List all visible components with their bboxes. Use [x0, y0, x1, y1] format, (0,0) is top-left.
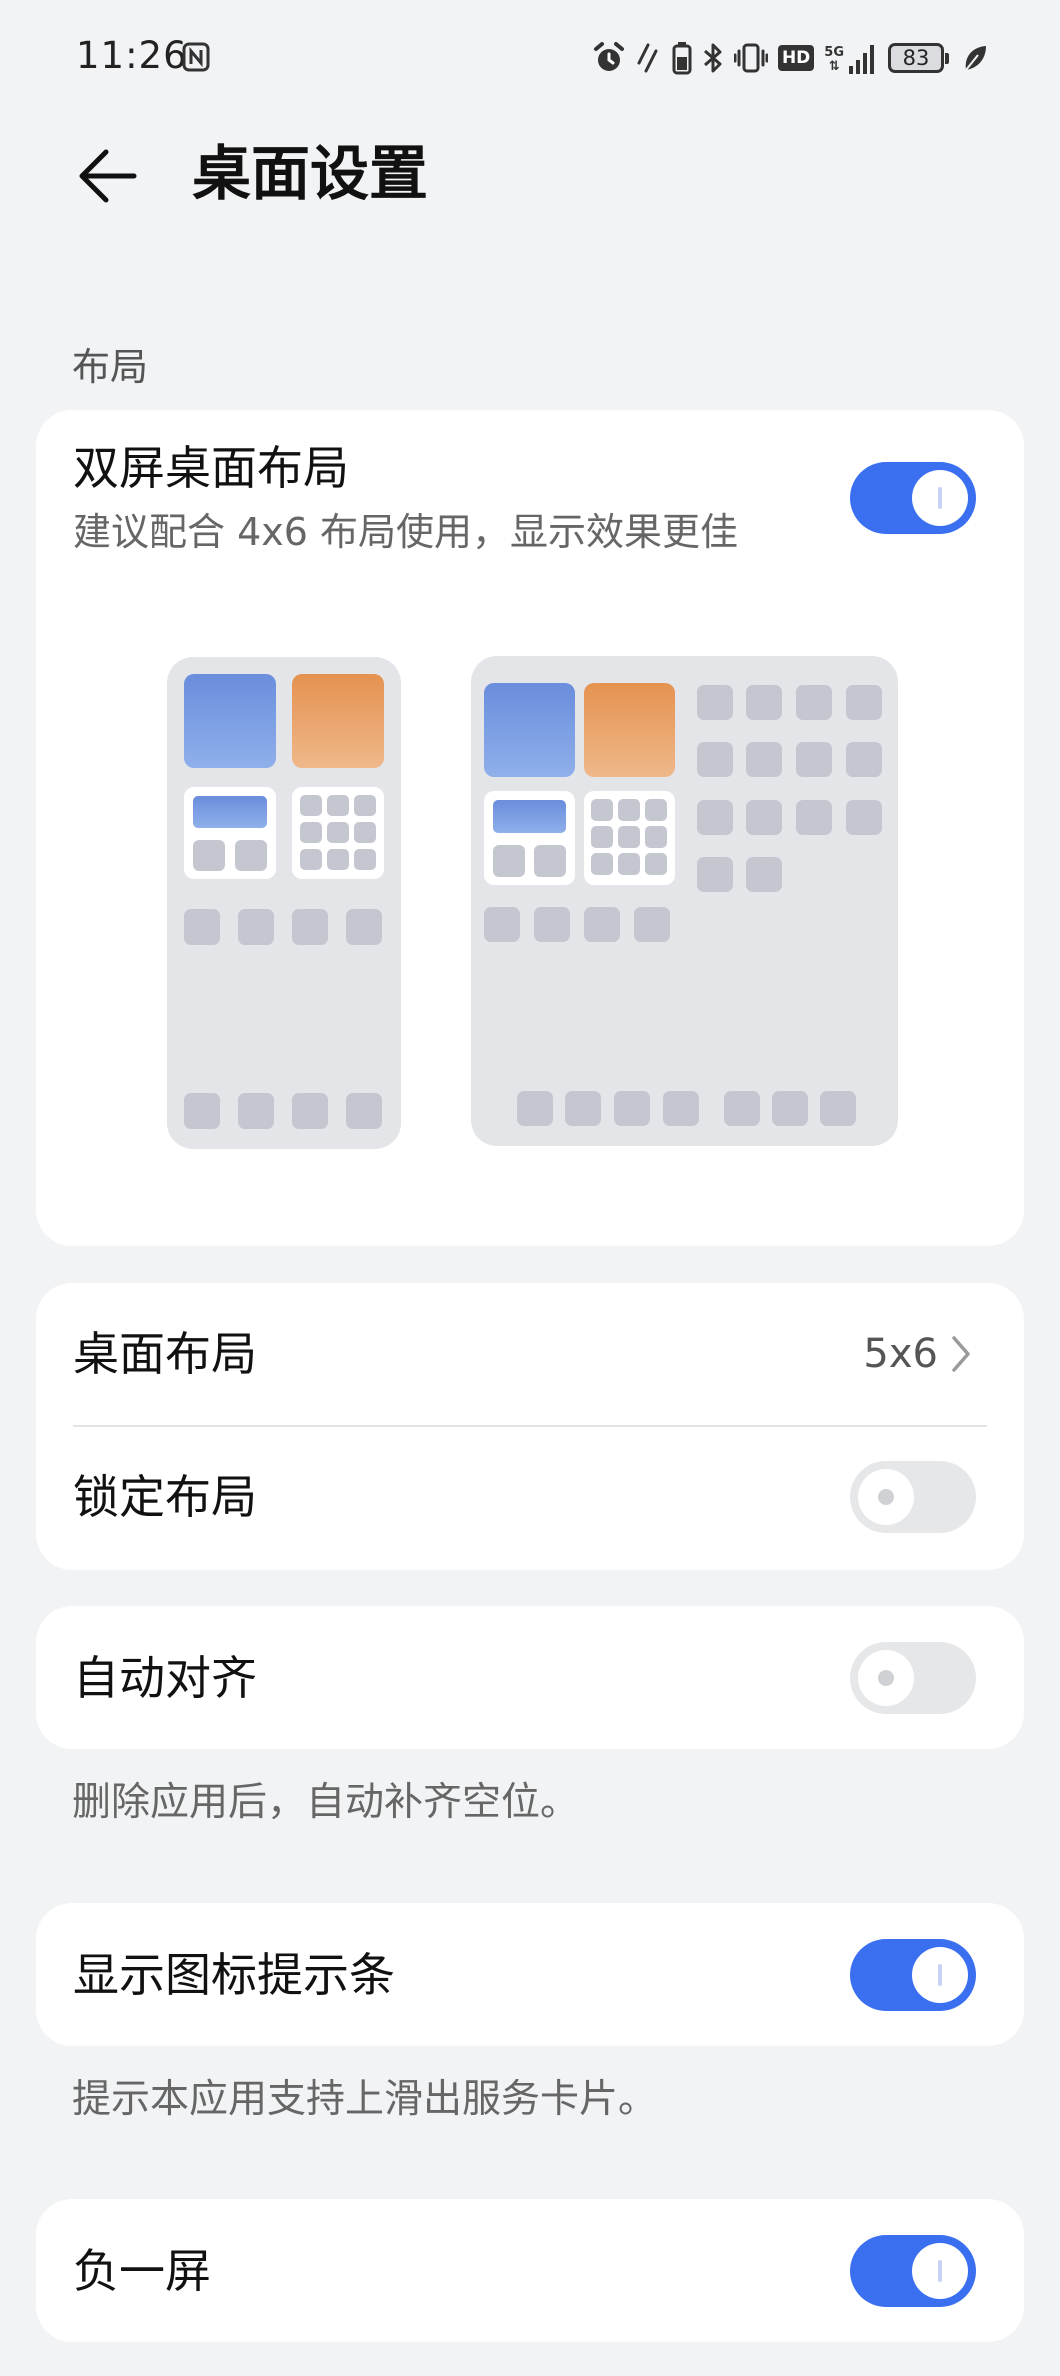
phone-battery-icon: [672, 42, 692, 75]
chevron-right-icon: [952, 1336, 970, 1372]
dual-screen-preview: [471, 656, 898, 1146]
icon-hint-bar-toggle[interactable]: [850, 1939, 976, 2011]
single-screen-preview: [167, 657, 401, 1149]
desktop-layout-row[interactable]: 桌面布局 5x6: [36, 1283, 1024, 1425]
toggle-knob: [912, 470, 968, 526]
toggle-knob: [858, 1650, 914, 1706]
lock-layout-title: 锁定布局: [73, 1470, 257, 1524]
bluetooth-icon: [703, 43, 722, 73]
toggle-knob: [858, 1469, 914, 1525]
layout-preview-illustration: [167, 656, 898, 1149]
lock-layout-toggle[interactable]: [850, 1461, 976, 1533]
divider: [73, 1425, 987, 1427]
leaf-icon: [965, 46, 986, 71]
icon-hint-bar-card: 显示图标提示条: [36, 1903, 1024, 2046]
network-label: 5G ⇅: [824, 45, 844, 74]
dual-screen-layout-toggle[interactable]: [850, 462, 976, 534]
icon-hint-bar-title: 显示图标提示条: [73, 1948, 395, 2002]
desktop-layout-title: 桌面布局: [73, 1327, 257, 1381]
minus-one-screen-title: 负一屏: [73, 2244, 211, 2298]
status-time: 11:26: [76, 34, 188, 77]
layout-options-card: 桌面布局 5x6 锁定布局: [36, 1283, 1024, 1570]
dual-screen-layout-title: 双屏桌面布局: [73, 441, 349, 495]
signal-icon: [849, 45, 874, 74]
alarm-icon: [593, 42, 624, 71]
nfc-icon: [182, 42, 210, 72]
auto-align-note: 删除应用后，自动补齐空位。: [72, 1780, 580, 1825]
vibrate-icon: [733, 43, 768, 73]
wireless-charging-icon: [637, 43, 658, 73]
signal-group: 5G ⇅: [824, 42, 878, 74]
page-title: 桌面设置: [192, 139, 429, 208]
back-button[interactable]: [72, 138, 148, 214]
auto-align-title: 自动对齐: [73, 1651, 257, 1705]
desktop-layout-value: 5x6: [863, 1331, 938, 1377]
battery-indicator: 83: [888, 43, 949, 73]
status-icons: HD 5G ⇅ 83: [592, 38, 988, 78]
minus-one-screen-toggle[interactable]: [850, 2235, 976, 2307]
status-bar: 11:26 HD 5G ⇅ 83: [0, 0, 1060, 110]
toggle-knob: [912, 1947, 968, 2003]
toggle-knob: [912, 2243, 968, 2299]
icon-hint-bar-note: 提示本应用支持上滑出服务卡片。: [72, 2077, 658, 2122]
hd-voice-badge: HD: [777, 45, 815, 71]
section-label-layout: 布局: [72, 345, 149, 389]
auto-align-toggle[interactable]: [850, 1642, 976, 1714]
dual-screen-layout-card: 双屏桌面布局 建议配合 4x6 布局使用，显示效果更佳: [36, 410, 1024, 1246]
dual-screen-layout-subtitle: 建议配合 4x6 布局使用，显示效果更佳: [73, 510, 739, 554]
auto-align-card: 自动对齐: [36, 1606, 1024, 1749]
minus-one-screen-card: 负一屏: [36, 2199, 1024, 2342]
